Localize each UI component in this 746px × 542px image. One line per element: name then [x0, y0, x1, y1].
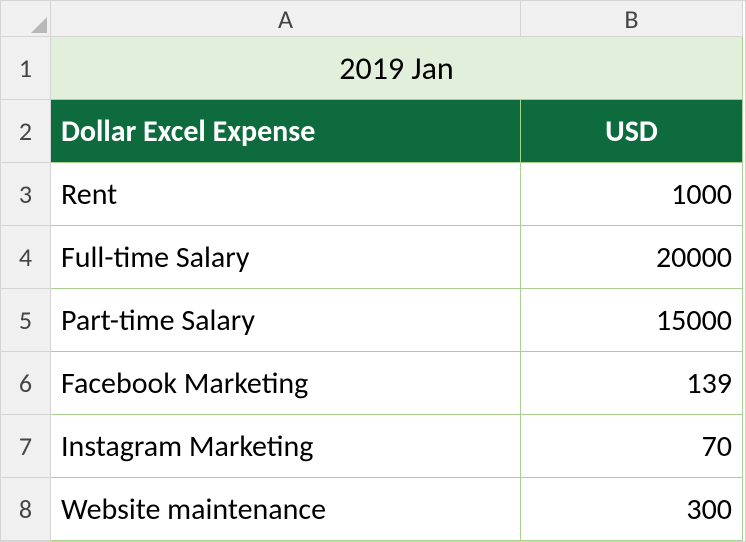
select-all-corner[interactable]: [1, 1, 51, 37]
header-expense[interactable]: Dollar Excel Expense: [51, 100, 521, 163]
row-header-3[interactable]: 3: [1, 163, 51, 226]
row-header-7[interactable]: 7: [1, 415, 51, 478]
column-header-b[interactable]: B: [521, 1, 743, 37]
row-header-6[interactable]: 6: [1, 352, 51, 415]
header-usd[interactable]: USD: [521, 100, 743, 163]
expense-value[interactable]: 15000: [521, 289, 743, 352]
spreadsheet-grid: A B 1 2019 Jan 2 Dollar Excel Expense US…: [0, 0, 746, 542]
row-header-8[interactable]: 8: [1, 478, 51, 541]
row-header-1[interactable]: 1: [1, 37, 51, 100]
row-header-2[interactable]: 2: [1, 100, 51, 163]
expense-value[interactable]: 1000: [521, 163, 743, 226]
title-cell[interactable]: 2019 Jan: [51, 37, 743, 100]
expense-value[interactable]: 20000: [521, 226, 743, 289]
expense-value[interactable]: 300: [521, 478, 743, 541]
column-header-a[interactable]: A: [51, 1, 521, 37]
expense-label[interactable]: Facebook Marketing: [51, 352, 521, 415]
expense-label[interactable]: Website maintenance: [51, 478, 521, 541]
expense-label[interactable]: Part-time Salary: [51, 289, 521, 352]
expense-value[interactable]: 70: [521, 415, 743, 478]
row-header-5[interactable]: 5: [1, 289, 51, 352]
expense-value[interactable]: 139: [521, 352, 743, 415]
expense-label[interactable]: Instagram Marketing: [51, 415, 521, 478]
expense-label[interactable]: Full-time Salary: [51, 226, 521, 289]
row-header-4[interactable]: 4: [1, 226, 51, 289]
expense-label[interactable]: Rent: [51, 163, 521, 226]
